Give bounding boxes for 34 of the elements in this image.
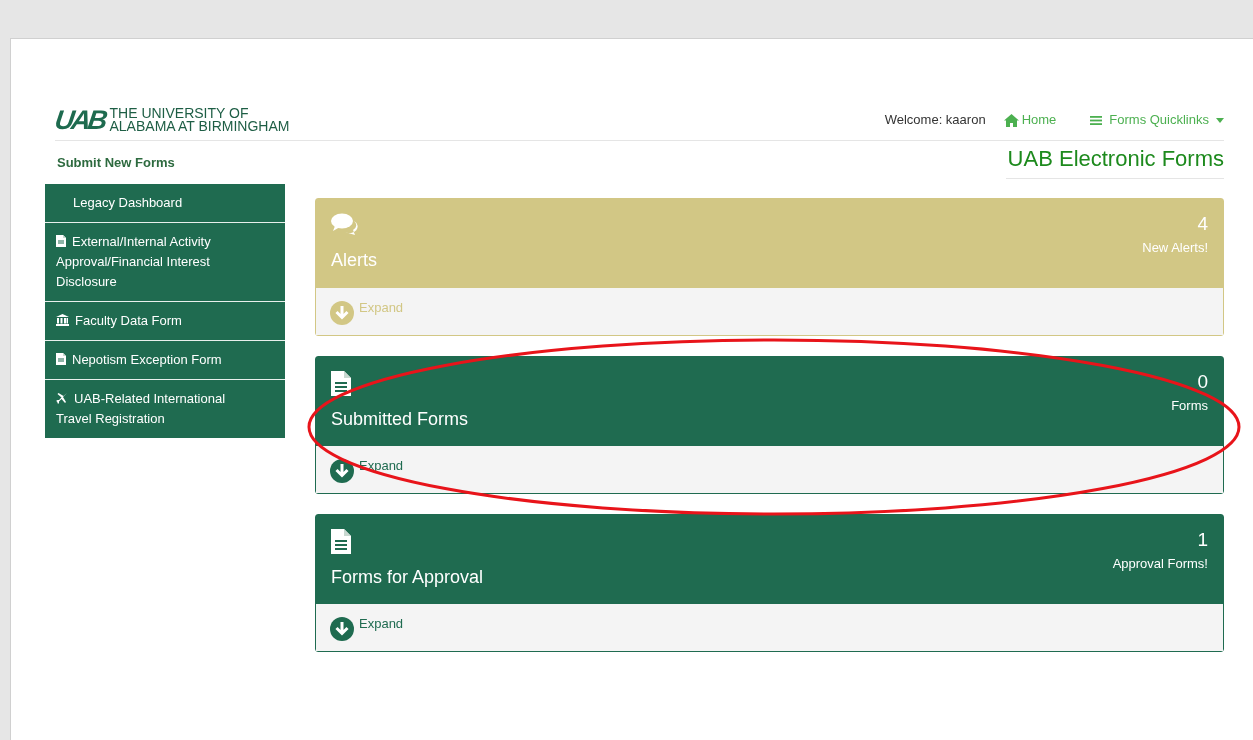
down-arrow-circle-icon: [330, 617, 354, 641]
panel-title: Forms for Approval: [331, 566, 484, 589]
count-number: 1: [1197, 529, 1208, 551]
welcome-text: Welcome: kaaron: [884, 111, 986, 130]
page-title: UAB Electronic Forms: [1005, 141, 1224, 179]
document-icon: [56, 234, 66, 247]
menu-icon: [1090, 114, 1103, 126]
expand-link[interactable]: Expand: [330, 614, 404, 641]
down-arrow-circle-icon: [330, 301, 354, 325]
down-arrow-circle-icon: [330, 459, 354, 483]
sidebar-heading: Submit New Forms: [56, 154, 176, 172]
home-icon: [1003, 113, 1019, 127]
panel-title: Alerts: [331, 249, 377, 272]
count-label: Forms: [1171, 397, 1208, 415]
chat-bubbles-icon: [331, 213, 359, 237]
document-icon: [56, 352, 66, 365]
institution-icon: [56, 313, 69, 326]
sidebar-item[interactable]: UAB-Related International Travel Registration: [45, 378, 285, 438]
sidebar-item[interactable]: Legacy Dashboard: [45, 183, 285, 222]
count-label: Approval Forms!: [1112, 555, 1208, 573]
caret-icon: [1216, 117, 1224, 123]
count-label: New Alerts!: [1142, 239, 1208, 257]
sidebar-item[interactable]: Nepotism Exception Form: [45, 339, 285, 379]
logo-wordmark: UAB: [53, 106, 107, 134]
document-icon: [331, 529, 351, 554]
sidebar-item[interactable]: Faculty Data Form: [45, 300, 285, 340]
count-number: 0: [1197, 371, 1208, 393]
logo-text: THE UNIVERSITY OF: [109, 107, 250, 120]
airplane-icon: [56, 391, 68, 404]
count-number: 4: [1197, 213, 1208, 235]
logo-text: ALABAMA AT BIRMINGHAM: [109, 120, 290, 133]
sidebar-item[interactable]: External/Internal Activity Approval/Financial Interest Disclosure: [45, 221, 285, 301]
document-icon: [331, 371, 351, 396]
panel-title: Submitted Forms: [331, 408, 469, 431]
